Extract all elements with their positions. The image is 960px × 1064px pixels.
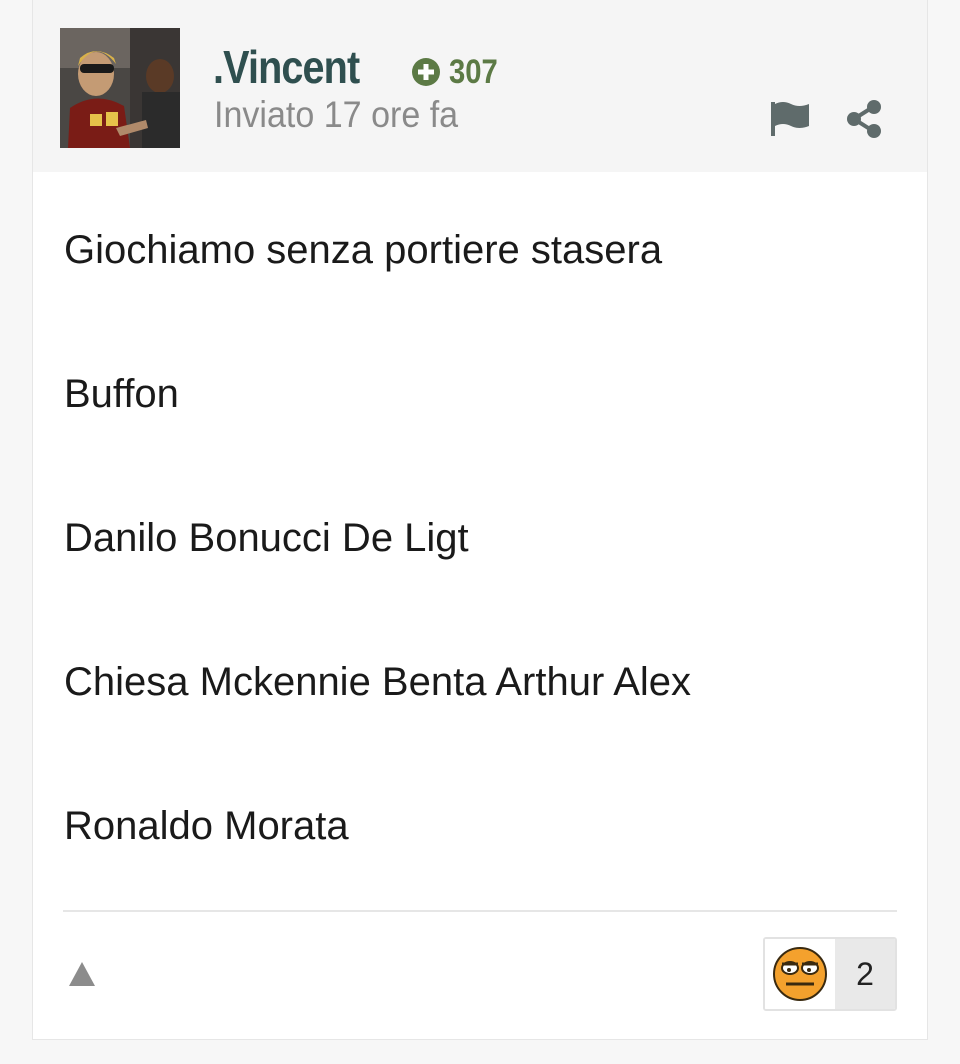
- post-header: .Vincent 307 Inviato 17 ore fa: [33, 0, 927, 172]
- plus-circle-icon: [412, 58, 440, 86]
- posted-time: Inviato 17 ore fa: [214, 94, 459, 135]
- flag-icon: [771, 102, 809, 136]
- reaction-face: [765, 939, 835, 1009]
- content-line: Chiesa Mckennie Benta Arthur Alex: [64, 660, 692, 704]
- upvote-button[interactable]: [67, 958, 97, 990]
- reaction-count: 2: [835, 939, 895, 1009]
- reputation-badge: 307: [411, 52, 506, 92]
- triangle-up-icon: [69, 962, 95, 986]
- content-line: Danilo Bonucci De Ligt: [64, 516, 469, 560]
- share-icon: [847, 100, 881, 138]
- forum-post: .Vincent 307 Inviato 17 ore fa Giochiamo…: [32, 0, 928, 1040]
- reaction-face-icon: [773, 947, 827, 1001]
- footer-divider: [63, 910, 897, 912]
- reputation-count: 307: [449, 52, 498, 91]
- reaction-button[interactable]: 2: [763, 937, 897, 1011]
- avatar[interactable]: [60, 28, 180, 148]
- content-line: Buffon: [64, 372, 179, 416]
- avatar-image: [60, 28, 180, 148]
- content-line: Ronaldo Morata: [64, 804, 349, 848]
- content-line: Giochiamo senza portiere stasera: [64, 228, 663, 272]
- share-button[interactable]: [845, 98, 885, 140]
- report-button[interactable]: [769, 98, 811, 140]
- author-name[interactable]: .Vincent: [213, 40, 360, 94]
